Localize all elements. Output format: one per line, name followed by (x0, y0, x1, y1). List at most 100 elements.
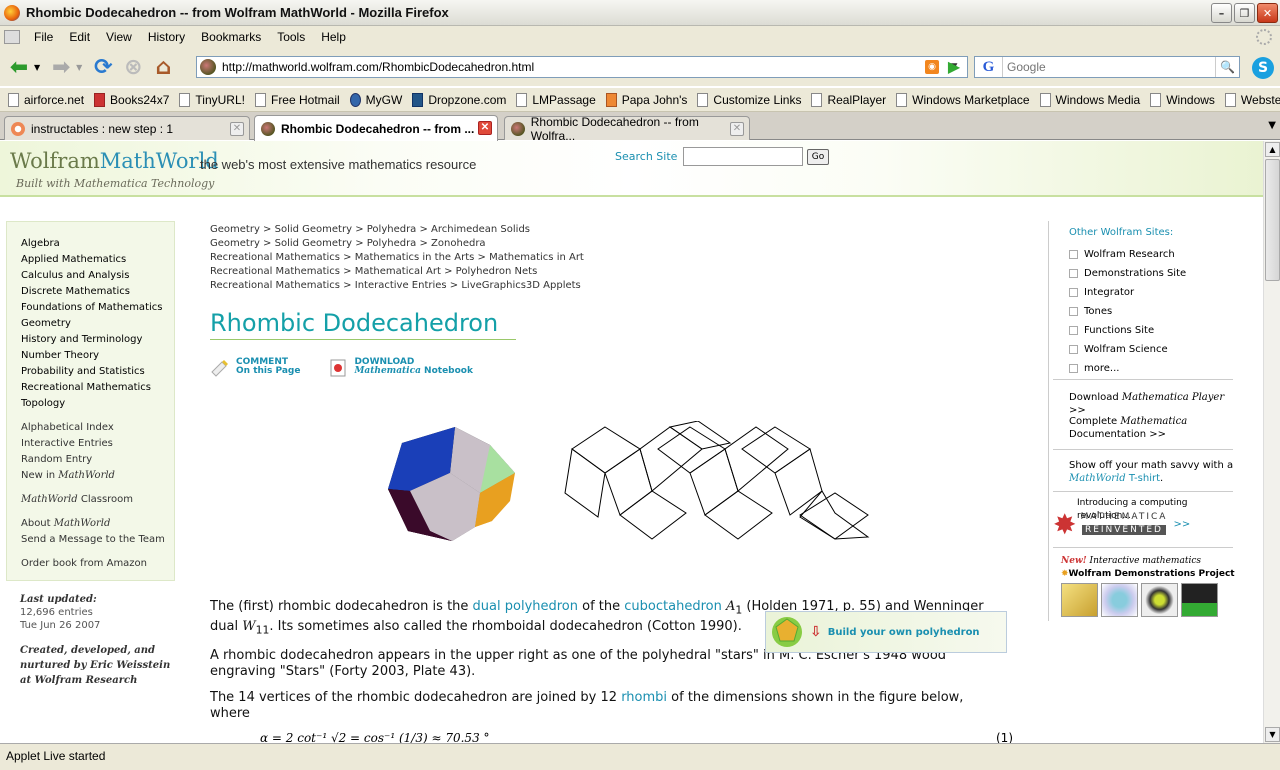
nav-topic[interactable]: Foundations of Mathematics (21, 300, 174, 316)
maximize-button[interactable]: ❐ (1234, 3, 1255, 23)
nav-order-book[interactable]: Order book from Amazon (21, 556, 174, 572)
site-link[interactable]: Tones (1069, 302, 1186, 321)
nav-topic[interactable]: Topology (21, 396, 174, 412)
bookmark-item[interactable]: Windows (1150, 92, 1215, 107)
bookmark-item[interactable]: Webster (1224, 92, 1280, 107)
nav-topic[interactable]: Calculus and Analysis (21, 268, 174, 284)
stop-button[interactable]: ⊗ (118, 52, 148, 82)
menu-file[interactable]: File (26, 30, 61, 44)
site-link[interactable]: Wolfram Science (1069, 340, 1186, 359)
reload-button[interactable]: ⟳ (88, 52, 118, 82)
page-title: Rhombic Dodecahedron (210, 309, 516, 340)
forward-button[interactable]: ➡ (46, 52, 76, 82)
bookmark-item[interactable]: TinyURL! (179, 92, 245, 107)
tab-rhombic-2[interactable]: Rhombic Dodecahedron -- from Wolfra... ✕ (504, 115, 750, 143)
nav-link[interactable]: Alphabetical Index (21, 420, 174, 436)
menu-help[interactable]: Help (313, 30, 354, 44)
mathematica-reinvented-banner[interactable]: ✸ MATHEMATICA REINVENTED >> (1053, 510, 1190, 538)
menu-history[interactable]: History (140, 30, 193, 44)
breadcrumb[interactable]: Recreational Mathematics > Mathematical … (210, 265, 584, 279)
demo-thumbnail[interactable] (1061, 583, 1098, 617)
nav-link[interactable]: Random Entry (21, 452, 174, 468)
tab-instructables[interactable]: instructables : new step : 1 ✕ (4, 116, 250, 140)
bookmark-item[interactable]: airforce.net (8, 92, 84, 107)
build-polyhedron-banner[interactable]: ⇩ Build your own polyhedron (765, 611, 1007, 653)
menu-edit[interactable]: Edit (61, 30, 98, 44)
skype-icon[interactable]: S (1252, 57, 1274, 79)
comment-button[interactable]: COMMENT On this Page (210, 358, 300, 378)
breadcrumb[interactable]: Geometry > Solid Geometry > Polyhedra > … (210, 237, 584, 251)
bookmark-item[interactable]: MyGW (349, 92, 402, 107)
tshirt-promo[interactable]: Show off your math savvy with a MathWorl… (1069, 459, 1239, 485)
search-box[interactable]: G 🔍 (974, 56, 1240, 78)
bookmark-item[interactable]: Customize Links (697, 92, 801, 107)
url-text[interactable]: http://mathworld.wolfram.com/RhombicDode… (222, 60, 925, 74)
nav-send-message[interactable]: Send a Message to the Team (21, 532, 174, 548)
bookmark-item[interactable]: Dropzone.com (412, 92, 506, 107)
nav-about-mathworld[interactable]: About MathWorld (21, 516, 174, 532)
tab-close-icon[interactable]: ✕ (230, 122, 244, 136)
site-link[interactable]: Integrator (1069, 283, 1186, 302)
bookmark-item[interactable]: LMPassage (516, 92, 596, 107)
scroll-up-arrow[interactable]: ▲ (1265, 142, 1280, 157)
bookmark-item[interactable]: Free Hotmail (254, 92, 340, 107)
mathworld-logo[interactable]: WolframMathWorld (10, 149, 219, 173)
google-engine-icon[interactable]: G (975, 57, 1003, 77)
tab-list-dropdown-icon[interactable]: ▼ (1268, 120, 1276, 131)
nav-topic[interactable]: Geometry (21, 316, 174, 332)
bookmark-item[interactable]: Books24x7 (94, 92, 169, 107)
rss-feed-icon[interactable]: ◉ (925, 60, 939, 74)
menu-tools[interactable]: Tools (269, 30, 313, 44)
demo-thumbnail[interactable] (1101, 583, 1138, 617)
demo-thumbnail[interactable] (1141, 583, 1178, 617)
bookmark-item[interactable]: RealPlayer (811, 92, 886, 107)
search-input[interactable] (1003, 60, 1215, 74)
tab-close-icon[interactable]: ✕ (730, 122, 744, 136)
nav-topic[interactable]: Algebra (21, 236, 174, 252)
url-bar[interactable]: http://mathworld.wolfram.com/RhombicDode… (196, 56, 968, 78)
bookmark-item[interactable]: Windows Marketplace (896, 92, 1030, 107)
nav-topic[interactable]: Discrete Mathematics (21, 284, 174, 300)
nav-topic[interactable]: History and Terminology (21, 332, 174, 348)
breadcrumb[interactable]: Recreational Mathematics > Interactive E… (210, 279, 584, 293)
tab-close-icon[interactable]: ✕ (478, 121, 492, 135)
download-notebook-button[interactable]: DOWNLOAD Mathematica Notebook (328, 358, 473, 378)
menu-bookmarks[interactable]: Bookmarks (193, 30, 269, 44)
rhombi-link[interactable]: rhombi (621, 690, 667, 705)
search-icon[interactable]: 🔍 (1215, 57, 1239, 77)
minimize-button[interactable]: – (1211, 3, 1232, 23)
dual-polyhedron-link[interactable]: dual polyhedron (473, 599, 578, 614)
download-player-link[interactable]: Download Mathematica Player >> (1069, 391, 1238, 417)
vertical-scrollbar[interactable]: ▲ ▼ (1263, 141, 1280, 743)
nav-topic[interactable]: Applied Mathematics (21, 252, 174, 268)
scroll-down-arrow[interactable]: ▼ (1265, 727, 1280, 742)
site-search-go-button[interactable]: Go (807, 149, 829, 165)
nav-topic[interactable]: Recreational Mathematics (21, 380, 174, 396)
back-button[interactable]: ⬅ (4, 52, 34, 82)
nav-topic[interactable]: Probability and Statistics (21, 364, 174, 380)
nav-link[interactable]: Interactive Entries (21, 436, 174, 452)
back-history-dropdown[interactable]: ▼ (34, 63, 40, 72)
breadcrumb[interactable]: Recreational Mathematics > Mathematics i… (210, 251, 584, 265)
close-button[interactable]: ✕ (1257, 3, 1278, 23)
go-button[interactable]: ▶ (944, 57, 964, 77)
complete-documentation-link[interactable]: Complete Mathematica Documentation >> (1069, 415, 1187, 441)
menu-view[interactable]: View (98, 30, 140, 44)
home-button[interactable]: ⌂ (148, 52, 178, 82)
nav-topic[interactable]: Number Theory (21, 348, 174, 364)
tab-rhombic-active[interactable]: Rhombic Dodecahedron -- from ... ✕ (254, 115, 498, 141)
demo-thumbnail[interactable] (1181, 583, 1218, 617)
scroll-thumb[interactable] (1265, 159, 1280, 281)
forward-history-dropdown[interactable]: ▼ (76, 63, 82, 72)
site-link[interactable]: Demonstrations Site (1069, 264, 1186, 283)
nav-mathworld-classroom[interactable]: MathWorld Classroom (21, 492, 174, 508)
nav-new-in-mathworld[interactable]: New in MathWorld (21, 468, 174, 484)
site-link[interactable]: Functions Site (1069, 321, 1186, 340)
breadcrumb[interactable]: Geometry > Solid Geometry > Polyhedra > … (210, 223, 584, 237)
cuboctahedron-link[interactable]: cuboctahedron (624, 599, 722, 614)
bookmark-item[interactable]: Papa John's (605, 92, 687, 107)
site-search-input[interactable] (683, 147, 803, 166)
site-link[interactable]: more... (1069, 359, 1186, 378)
bookmark-item[interactable]: Windows Media (1039, 92, 1140, 107)
site-link[interactable]: Wolfram Research (1069, 245, 1186, 264)
